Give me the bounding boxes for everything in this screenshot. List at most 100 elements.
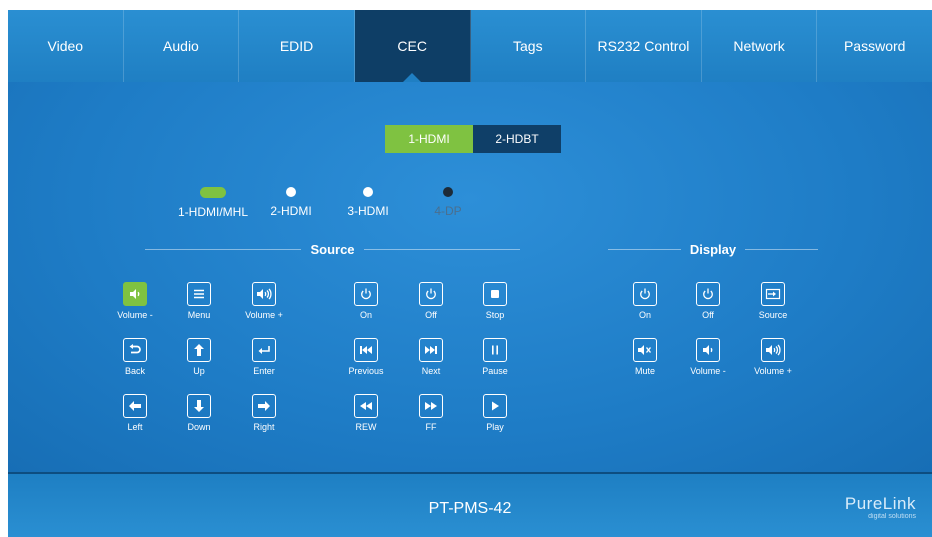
source-play-button[interactable]: Play [465, 394, 525, 432]
source-on-button[interactable]: On [336, 282, 396, 320]
source-pause-button[interactable]: Pause [465, 338, 525, 376]
button-label: FF [425, 422, 437, 432]
input-indicator [363, 187, 373, 197]
input-indicator-active [200, 187, 226, 198]
footer: PT-PMS-42 PureLink digital solutions [8, 472, 932, 537]
display-mute-button[interactable]: Mute [615, 338, 675, 376]
tab-label: CEC [397, 38, 427, 54]
tab-label: Tags [513, 38, 543, 54]
tab-label: EDID [279, 38, 314, 54]
source-menu-button[interactable]: Menu [169, 282, 229, 320]
previous-icon [354, 338, 378, 362]
power-icon [633, 282, 657, 306]
button-label: Volume - [117, 310, 153, 320]
button-label: Right [253, 422, 275, 432]
source-stop-button[interactable]: Stop [465, 282, 525, 320]
button-label: Pause [482, 366, 508, 376]
volume-down-icon [123, 282, 147, 306]
button-label: Down [187, 422, 211, 432]
output-selector: 1-HDMI 2-HDBT [385, 125, 561, 153]
tab-video[interactable]: Video [8, 10, 124, 82]
output-2-hdbt-button[interactable]: 2-HDBT [473, 125, 561, 153]
button-label: REW [355, 422, 377, 432]
enter-icon [252, 338, 276, 362]
source-volume-down-button[interactable]: Volume - [105, 282, 165, 320]
volume-up-icon [252, 282, 276, 306]
top-nav: Video Audio EDID CEC Tags RS232 Control … [8, 10, 932, 82]
input-4-dp: 4-DP [403, 187, 493, 218]
source-off-button[interactable]: Off [401, 282, 461, 320]
back-icon [123, 338, 147, 362]
button-label: Left [127, 422, 143, 432]
display-volume-down-button[interactable]: Volume - [678, 338, 738, 376]
button-label: Source [758, 310, 788, 320]
power-icon [354, 282, 378, 306]
display-volume-up-button[interactable]: Volume + [743, 338, 803, 376]
arrow-down-icon [187, 394, 211, 418]
input-1-hdmi-mhl[interactable]: 1-HDMI/MHL [168, 187, 258, 219]
arrow-up-icon [187, 338, 211, 362]
button-label: Enter [253, 366, 275, 376]
input-3-hdmi[interactable]: 3-HDMI [323, 187, 413, 218]
display-on-button[interactable]: On [615, 282, 675, 320]
cec-control-page: Video Audio EDID CEC Tags RS232 Control … [0, 0, 932, 537]
input-indicator [286, 187, 296, 197]
button-label: Previous [348, 366, 384, 376]
model-name: PT-PMS-42 [428, 500, 512, 517]
tab-label: Password [843, 38, 906, 54]
stop-icon [483, 282, 507, 306]
display-off-button[interactable]: Off [678, 282, 738, 320]
source-volume-up-button[interactable]: Volume + [234, 282, 294, 320]
divider-line [145, 248, 302, 250]
source-right-button[interactable]: Right [234, 394, 294, 432]
next-icon [419, 338, 443, 362]
input-label: 1-HDMI/MHL [177, 205, 248, 219]
display-source-button[interactable]: Source [743, 282, 803, 320]
display-title: Display [689, 241, 737, 257]
input-indicator-disabled [443, 187, 453, 197]
button-label: Back [124, 366, 145, 376]
rewind-icon [354, 394, 378, 418]
source-next-button[interactable]: Next [401, 338, 461, 376]
logo-brand: PureLink [844, 494, 916, 513]
power-icon [419, 282, 443, 306]
tab-audio[interactable]: Audio [124, 10, 240, 82]
menu-icon [187, 282, 211, 306]
button-label: Play [486, 422, 504, 432]
divider-line [363, 248, 521, 250]
source-down-button[interactable]: Down [169, 394, 229, 432]
logo-tagline: digital solutions [868, 513, 916, 520]
source-title: Source [310, 241, 355, 257]
output-1-hdmi-button[interactable]: 1-HDMI [385, 125, 473, 153]
fast-forward-icon [419, 394, 443, 418]
arrow-right-icon [252, 394, 276, 418]
arrow-left-icon [123, 394, 147, 418]
source-ff-button[interactable]: FF [401, 394, 461, 432]
volume-down-icon [696, 338, 720, 362]
tab-cec[interactable]: CEC [354, 10, 471, 82]
source-up-button[interactable]: Up [169, 338, 229, 376]
tab-label: Audio [163, 38, 199, 54]
source-rew-button[interactable]: REW [336, 394, 396, 432]
display-section-header: Display [608, 240, 818, 258]
volume-up-icon [761, 338, 785, 362]
button-label: Volume - [690, 366, 726, 376]
tab-rs232-control[interactable]: RS232 Control [586, 10, 702, 82]
input-label: 4-DP [434, 204, 462, 218]
button-label: Stop [485, 310, 505, 320]
tab-network[interactable]: Network [702, 10, 818, 82]
source-left-button[interactable]: Left [105, 394, 165, 432]
button-label: Menu [187, 310, 211, 320]
button-label: Up [193, 366, 205, 376]
source-section-header: Source [145, 240, 521, 258]
tab-tags[interactable]: Tags [471, 10, 587, 82]
divider-line [745, 248, 818, 250]
source-previous-button[interactable]: Previous [336, 338, 396, 376]
source-enter-button[interactable]: Enter [234, 338, 294, 376]
tab-password[interactable]: Password [817, 10, 932, 82]
button-label: Off [425, 310, 437, 320]
tab-label: RS232 Control [597, 38, 690, 54]
source-back-button[interactable]: Back [105, 338, 165, 376]
tab-edid[interactable]: EDID [239, 10, 355, 82]
button-label: Next [421, 366, 441, 376]
